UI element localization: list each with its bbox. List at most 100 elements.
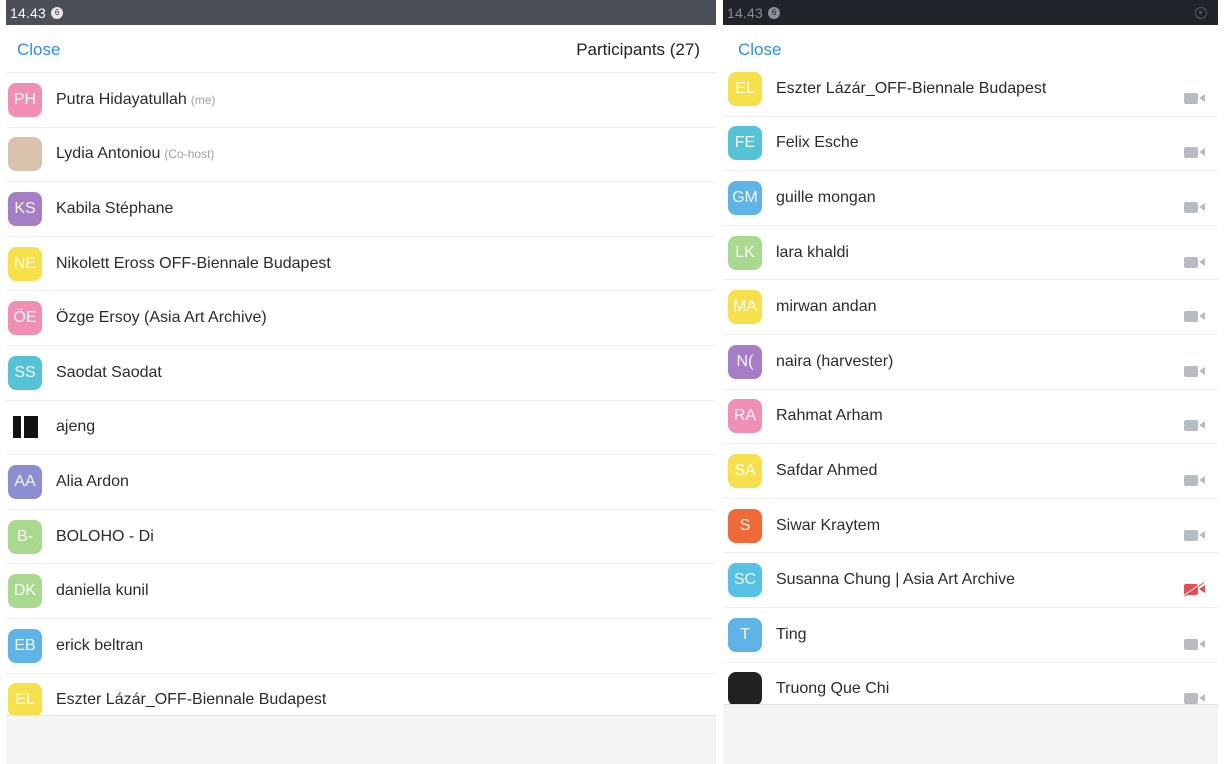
participant-name: Safdar Ahmed [776,462,877,480]
participant-row[interactable]: KS Kabila Stéphane [6,182,716,237]
participant-name-text: erick beltran [56,636,144,654]
avatar: PH [8,82,42,117]
participant-row[interactable]: SC Susanna Chung | Asia Art Archive [723,553,1218,608]
video-camera-icon[interactable] [1184,145,1206,159]
participant-role-tag: (Co-host) [164,147,215,162]
participant-name-text: Siwar Kraytem [776,516,881,534]
avatar: SC [728,563,762,598]
avatar: AA [8,464,42,499]
video-off-icon[interactable] [1183,581,1206,597]
avatar: DK [8,574,42,609]
participant-row[interactable]: EL Eszter Lázár_OFF-Biennale Budapest [723,62,1218,117]
participant-name-text: Safdar Ahmed [776,461,878,479]
participant-name-text: Lydia Antoniou [56,145,161,163]
participant-row[interactable]: N(naira (harvester) [723,335,1218,390]
participant-name: Lydia Antoniou (Co-host) [56,145,214,163]
avatar: EL [8,683,42,718]
participant-name-text: BOLOHO - Di [56,527,154,545]
status-bar: 14.43 6 [6,0,716,25]
avatar: SA [728,453,762,488]
avatar: N( [728,344,762,379]
participant-row[interactable]: SS Saodat Saodat [6,346,716,401]
participant-row[interactable]: NE Nikolett Eross OFF-Biennale Budapest [6,237,716,292]
participant-name: Kabila Stéphane [56,200,173,218]
participant-name-text: daniella kunil [56,582,149,600]
participant-name: Alia Ardon [56,473,129,491]
participant-name-text: Alia Ardon [56,472,129,490]
participant-name: erick beltran [56,637,143,655]
participant-name: guille mongan [776,189,876,207]
video-camera-icon[interactable] [1184,91,1206,105]
participant-name: Özge Ersoy (Asia Art Archive) [56,309,267,327]
participant-row[interactable]: RA Rahmat Arham [723,390,1218,445]
participant-row[interactable]: MA mirwan andan [723,280,1218,335]
page-title: Participants (27) [576,40,700,59]
avatar: FE [728,126,762,161]
participant-name: Ting [776,626,807,644]
notification-badge-icon: 6 [768,6,781,19]
avatar: RA [728,399,762,434]
participant-name: Siwar Kraytem [776,517,880,535]
participant-name-text: Saodat Saodat [56,363,162,381]
participant-name-text: lara khaldi [776,243,849,261]
participant-list: EL Eszter Lázár_OFF-Biennale Budapest FE Fe… [723,62,1218,718]
participant-row[interactable]: SA Safdar Ahmed [723,444,1218,499]
participant-name-text: Truong Que Chi [776,680,890,698]
participant-name-text: Nikolett Eross OFF-Biennale Budapest [56,254,331,272]
video-camera-icon[interactable] [1184,364,1206,378]
participant-row[interactable]: GM guille mongan [723,171,1218,226]
participant-name: Eszter Lázár_OFF-Biennale Budapest [56,691,326,709]
participant-name-text: mirwan andan [776,298,877,316]
participant-name: mirwan andan [776,298,877,316]
participant-name-text: Rahmat Arham [776,407,883,425]
video-camera-icon[interactable] [1184,418,1206,432]
avatar: NE [8,246,42,281]
participant-row[interactable]: B- BOLOHO - Di [6,510,716,565]
participant-list: PH Putra Hidayatullah (me) Lydia Antoniou (C… [6,73,716,729]
avatar-photo [8,410,42,445]
participant-name-text: Ting [776,625,807,643]
participant-name: Susanna Chung | Asia Art Archive [776,571,1015,589]
avatar: KS [8,191,42,226]
participant-row[interactable]: ÖE Özge Ersoy (Asia Art Archive) [6,291,716,346]
avatar: LK [728,235,762,270]
video-camera-icon[interactable] [1184,528,1206,542]
participant-name: Rahmat Arham [776,407,883,425]
close-button[interactable]: Close [17,40,60,60]
hotspot-icon [1194,6,1208,20]
video-camera-icon[interactable] [1184,637,1206,651]
participant-name: Saodat Saodat [56,364,162,382]
bottom-bar [6,715,716,764]
video-camera-icon[interactable] [1184,200,1206,214]
status-bar: 14.43 6 [723,0,1218,25]
participant-row[interactable]: T Ting [723,608,1218,663]
avatar: ÖE [8,301,42,336]
video-camera-icon[interactable] [1184,255,1206,269]
participant-name-text: Felix Esche [776,134,859,152]
participant-row[interactable]: DK daniella kunil [6,564,716,619]
avatar: SS [8,355,42,390]
participant-name: Nikolett Eross OFF-Biennale Budapest [56,255,331,273]
participant-name-text: Putra Hidayatullah [56,90,187,108]
participant-row[interactable]: AA Alia Ardon [6,455,716,510]
participant-row[interactable]: PH Putra Hidayatullah (me) [6,73,716,128]
close-button[interactable]: Close [738,40,781,60]
participant-row[interactable]: FE Felix Esche [723,117,1218,172]
participant-name: daniella kunil [56,582,149,600]
video-camera-icon[interactable] [1184,473,1206,487]
participant-name: Eszter Lázár_OFF-Biennale Budapest [776,80,1046,98]
participant-row[interactable]: Lydia Antoniou (Co-host) [6,128,716,183]
participant-row[interactable]: ajeng [6,401,716,456]
avatar: EB [8,628,42,663]
avatar: MA [728,290,762,325]
status-time: 14.43 [10,4,47,21]
participant-name-text: Susanna Chung | Asia Art Archive [776,571,1015,589]
video-camera-icon[interactable] [1184,309,1206,323]
participant-row[interactable]: S Siwar Kraytem [723,499,1218,554]
participant-row[interactable]: EB erick beltran [6,619,716,674]
participant-row[interactable]: LK lara khaldi [723,226,1218,281]
avatar-photo [8,137,42,172]
participants-header: Close Participants (27) [6,25,716,73]
participant-name-text: Kabila Stéphane [56,199,174,217]
participant-name: BOLOHO - Di [56,528,154,546]
